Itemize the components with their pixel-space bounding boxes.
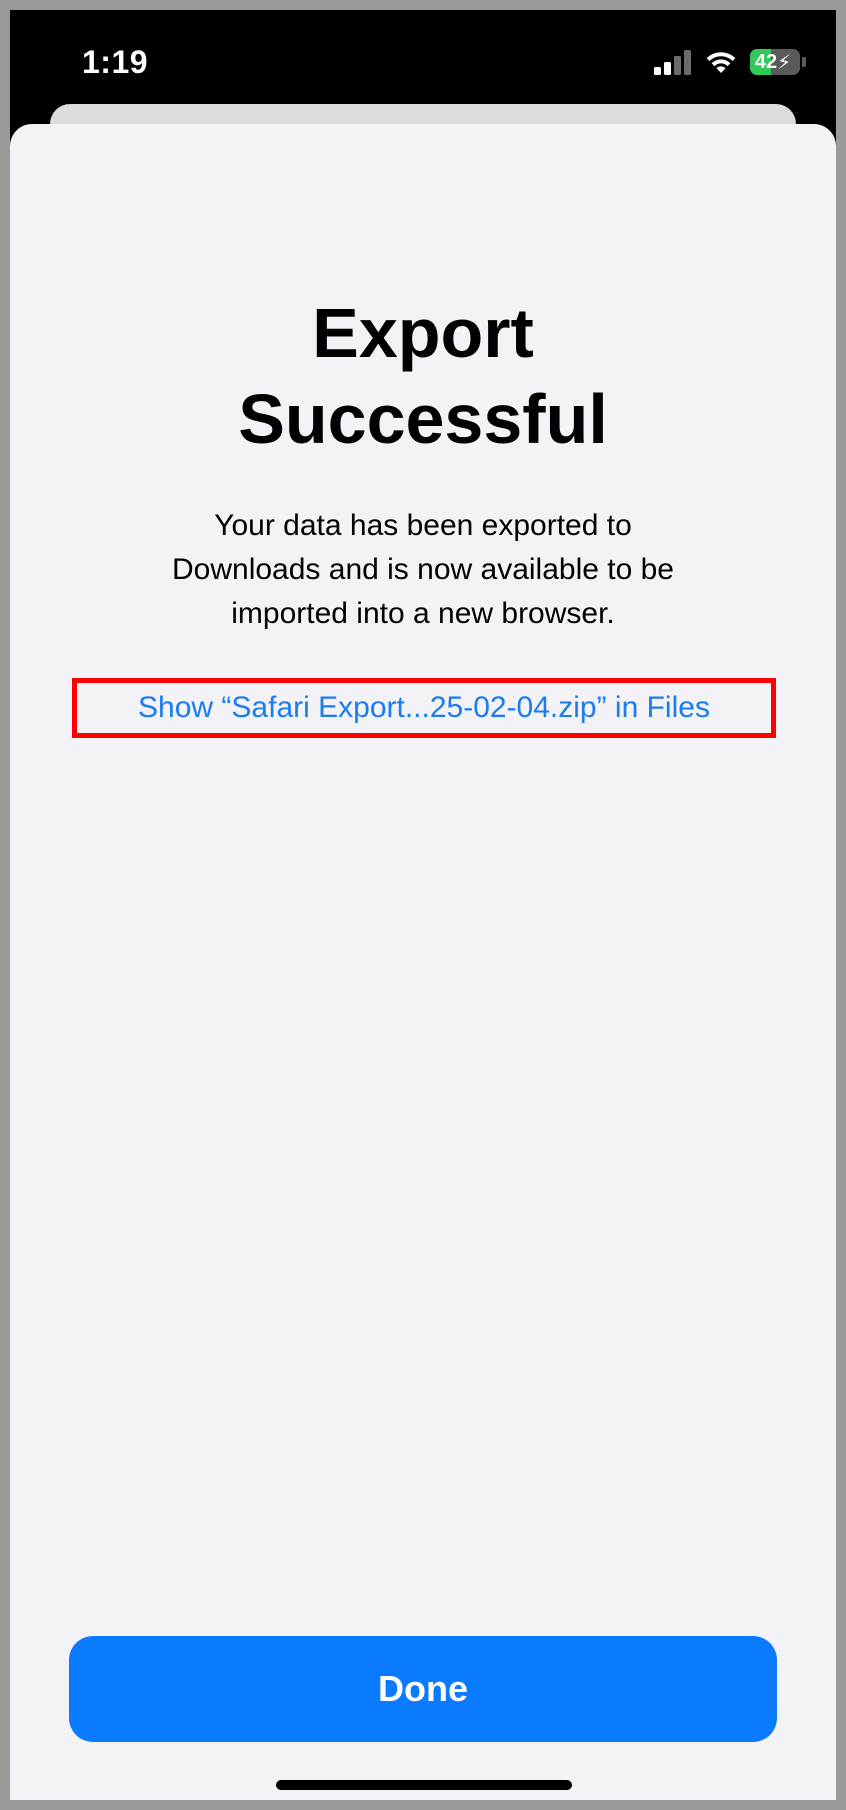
show-in-files-link-highlight[interactable]: Show “Safari Export...25-02-04.zip” in F… <box>72 678 776 738</box>
status-icons: 42 ⚡ <box>654 46 806 78</box>
status-time: 1:19 <box>82 44 149 80</box>
dialog-title: Export Successful <box>10 290 836 462</box>
description-line-2: Downloads and is now available to be <box>172 553 674 586</box>
signal-icon <box>654 50 691 75</box>
battery-icon: 42 ⚡ <box>750 49 800 75</box>
phone-screen: 1:19 42 ⚡ Export Successful Your data ha… <box>10 10 836 1800</box>
home-indicator[interactable] <box>276 1780 572 1790</box>
battery-level: 42 ⚡ <box>754 50 792 74</box>
status-bar: 1:19 42 ⚡ <box>10 10 836 114</box>
done-button[interactable]: Done <box>69 1636 777 1742</box>
dialog-title-line-2: Successful <box>238 380 608 458</box>
battery-tip <box>802 57 806 67</box>
show-in-files-link[interactable]: Show “Safari Export...25-02-04.zip” in F… <box>138 691 710 725</box>
description-line-3: imported into a new browser. <box>231 597 615 630</box>
charging-bolt-icon: ⚡ <box>777 51 792 74</box>
wifi-icon <box>706 52 736 73</box>
dialog-title-line-1: Export <box>312 294 534 372</box>
dialog-description: Your data has been exported to Downloads… <box>120 504 726 636</box>
export-result-sheet: Export Successful Your data has been exp… <box>10 124 836 1800</box>
description-line-1: Your data has been exported to <box>214 509 632 542</box>
